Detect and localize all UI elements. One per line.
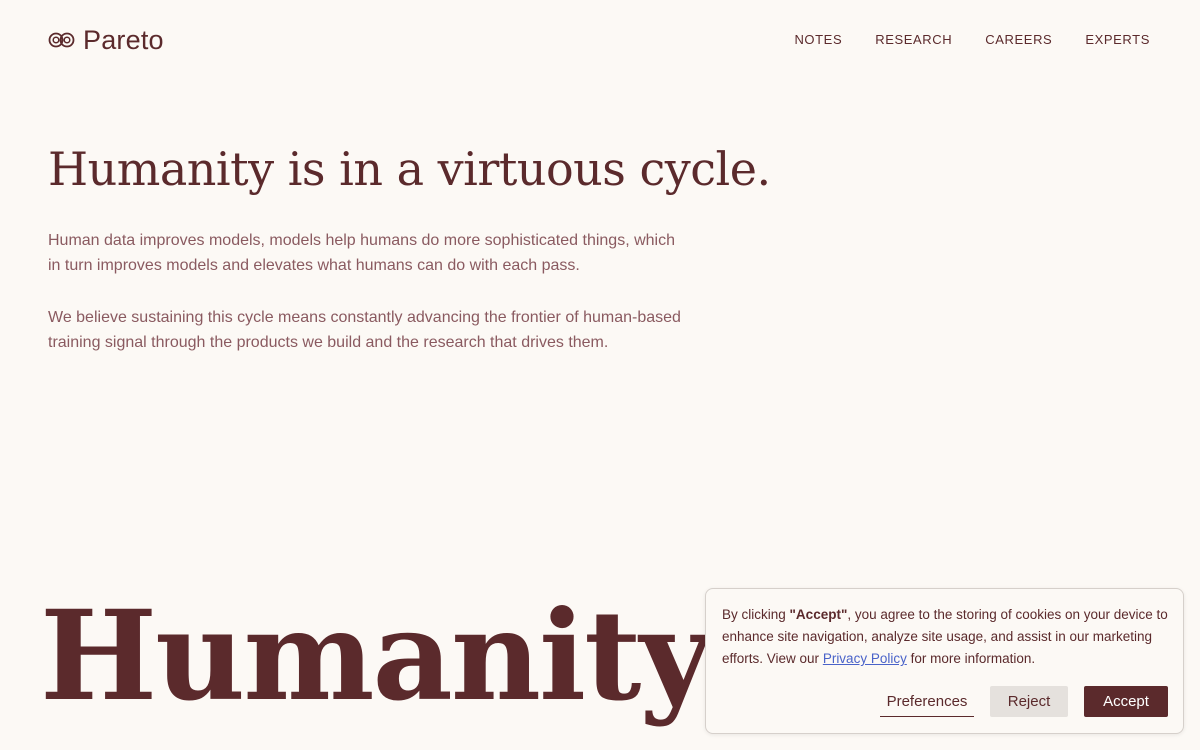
accept-button[interactable]: Accept <box>1084 686 1168 717</box>
hero-paragraph-2: We believe sustaining this cycle means c… <box>48 309 681 351</box>
hero-paragraph-1: Human data improves models, models help … <box>48 232 675 274</box>
cookie-text-before: By clicking <box>722 607 790 622</box>
site-header: Pareto NOTES RESEARCH CAREERS EXPERTS <box>0 0 1200 80</box>
preferences-button[interactable]: Preferences <box>880 687 974 717</box>
logo-link[interactable]: Pareto <box>48 24 164 56</box>
nav-notes[interactable]: NOTES <box>794 31 842 49</box>
nav-research[interactable]: RESEARCH <box>875 31 952 49</box>
cookie-text-after: for more information. <box>906 651 1036 666</box>
cookie-accept-quote: "Accept" <box>789 607 848 622</box>
main-nav: NOTES RESEARCH CAREERS EXPERTS <box>794 31 1150 49</box>
hero-title: Humanity is in a virtuous cycle. <box>48 142 771 196</box>
nav-careers[interactable]: CAREERS <box>985 31 1052 49</box>
privacy-policy-link[interactable]: Privacy Policy <box>823 651 907 666</box>
cookie-message: By clicking "Accept", you agree to the s… <box>722 604 1172 670</box>
reject-button[interactable]: Reject <box>990 686 1068 717</box>
logo-text: Pareto <box>83 25 164 55</box>
cookie-banner: By clicking "Accept", you agree to the s… <box>705 588 1184 734</box>
nav-experts[interactable]: EXPERTS <box>1085 31 1150 49</box>
infinity-loop-icon <box>48 32 75 48</box>
